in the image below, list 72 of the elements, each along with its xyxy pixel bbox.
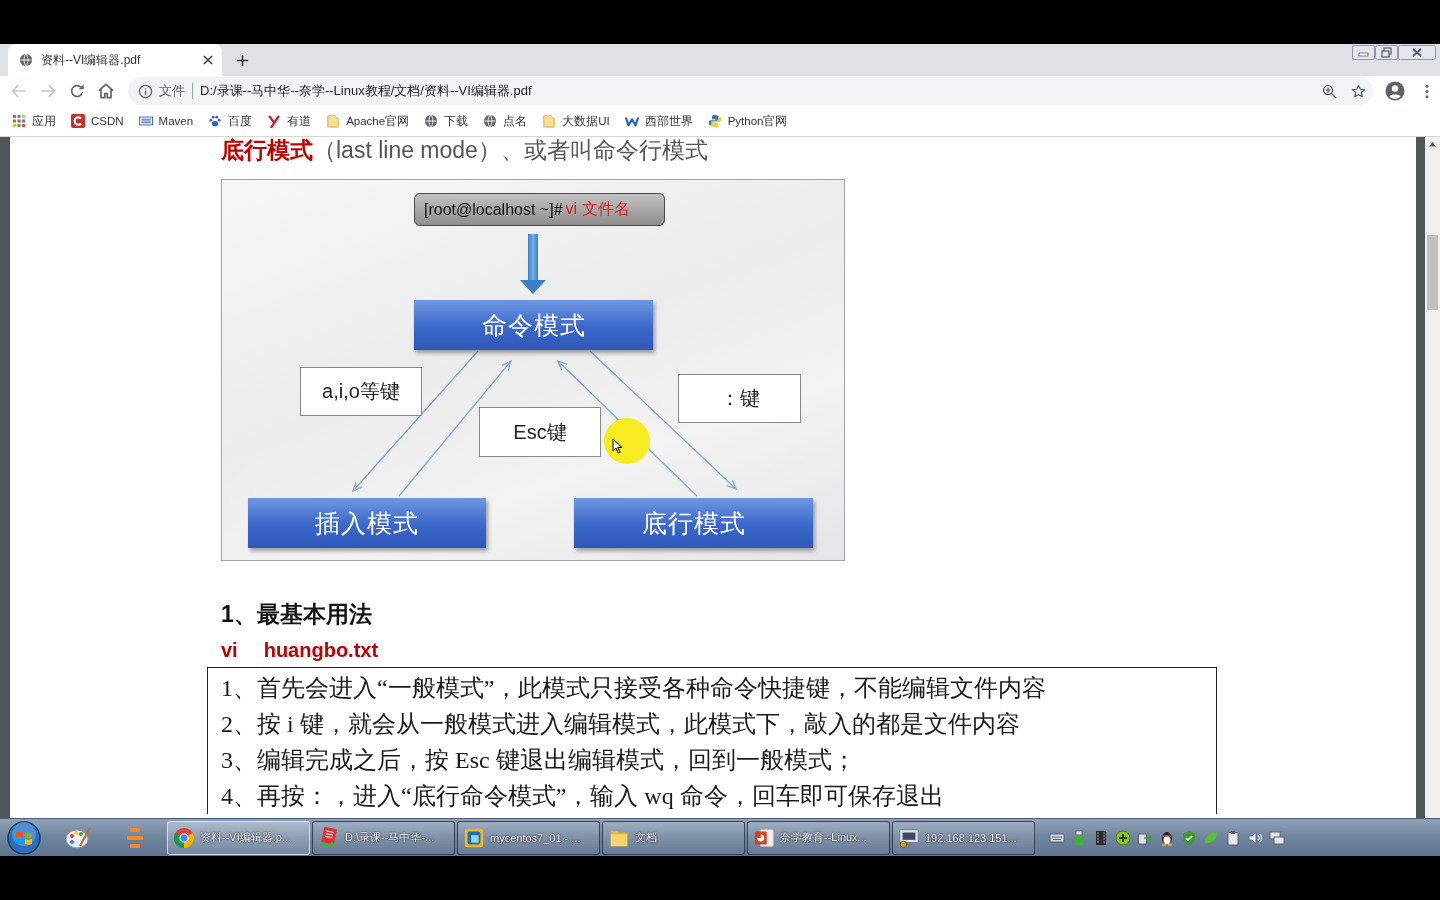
zigzag-logo-icon [624, 114, 639, 128]
globe-icon [424, 114, 439, 128]
close-icon[interactable] [203, 55, 213, 65]
cursor-highlight-icon [604, 418, 650, 464]
film-strip-icon[interactable] [1093, 829, 1109, 846]
arc-tile-icon [71, 114, 85, 128]
section-title: 1、最基本用法 [221, 600, 373, 629]
menu-icon[interactable] [1425, 83, 1429, 99]
globe-icon [483, 114, 498, 128]
scrollbar-thumb[interactable] [1427, 235, 1438, 310]
security-label: 文件 [159, 82, 185, 100]
mode-node: 底行模式 [574, 498, 813, 548]
key-label: Esc键 [479, 407, 601, 457]
shield-check-icon[interactable] [1181, 829, 1197, 846]
command-argument: huangbo.txt [263, 638, 379, 663]
bookmark-item[interactable]: Apache官网 [326, 113, 410, 129]
mode-node: 插入模式 [248, 498, 486, 548]
prompt-text: [root@localhost ~]# [424, 200, 563, 219]
round-logo-icon [173, 826, 195, 849]
zoom-in-icon[interactable] [1322, 83, 1337, 99]
url-text: D:/录课--马中华--奈学--Linux教程/文档/资料--VI编辑器.pdf [200, 82, 532, 100]
close-window-icon[interactable] [1398, 45, 1436, 60]
usb-drive-icon[interactable] [1071, 829, 1087, 846]
mode-node: 命令模式 [414, 300, 653, 350]
browser-tab[interactable]: 资料--VI编辑器.pdf [8, 44, 222, 76]
step-text: 4、再按：，进入“底行命令模式”，输入 wq 命令，回车即可保存退出 [221, 782, 945, 811]
snake-logo-icon [707, 114, 722, 128]
speaker-icon[interactable] [1247, 829, 1263, 846]
key-label: a,i,o等键 [300, 367, 422, 416]
star-icon[interactable] [1351, 83, 1366, 99]
bookmark-item[interactable]: Python官网 [707, 113, 788, 129]
bookmark-item[interactable]: 百度 [208, 113, 253, 129]
bookmark-item[interactable]: 西部世界 [624, 113, 693, 129]
mouse-pointer-icon [612, 438, 622, 454]
globe-icon [19, 53, 33, 67]
step-text: 1、首先会进入“一般模式”，此模式只接受各种命令快捷键，不能编辑文件内容 [221, 674, 1048, 703]
plus-circle-icon[interactable] [1115, 829, 1131, 846]
clipboard-icon[interactable] [1225, 829, 1241, 846]
command-text: vi 文件名 [565, 199, 630, 219]
bookmark-item[interactable]: 下载 [424, 113, 469, 129]
start-orb-icon[interactable] [4, 819, 44, 856]
info-icon[interactable] [138, 83, 153, 99]
restore-icon[interactable] [1375, 45, 1398, 60]
apps-grid-icon [12, 114, 26, 128]
nested-squares-icon [463, 826, 485, 849]
fork-mark-icon [267, 114, 282, 128]
step-text: 2、按 i 键，就会从一般模式进入编辑模式，此模式下，敲入的都是文件内容 [221, 710, 1021, 739]
folder-icon [542, 114, 557, 128]
bookmark-item[interactable]: 应用 [12, 113, 56, 129]
account-icon[interactable] [1385, 81, 1405, 101]
heading-text: 底行模式（last line mode）、或者叫命令行模式 [221, 137, 709, 163]
bookmark-item[interactable]: Maven [138, 114, 194, 128]
plus-icon[interactable] [236, 53, 249, 67]
command-name: vi [221, 638, 238, 663]
folder-icon [326, 114, 341, 128]
bookmark-item[interactable]: CSDN [71, 114, 124, 128]
key-label: ：键 [678, 374, 801, 423]
penguin-icon[interactable] [1159, 829, 1175, 846]
scrollbar[interactable] [1425, 137, 1440, 818]
striped-tile-icon [138, 114, 153, 128]
address-bar[interactable]: 文件 D:/录课--马中华--奈学--Linux教程/文档/资料--VI编辑器.pdf [128, 77, 1373, 105]
bookmark-item[interactable]: 大数据UI [542, 113, 610, 129]
step-text: 3、编辑完成之后，按 Esc 键退出编辑模式，回到一般模式； [221, 746, 857, 775]
slide-deck-icon [753, 826, 775, 849]
bookmark-item[interactable]: 有道 [267, 113, 312, 129]
bookmark-item[interactable]: 点名 [483, 113, 528, 129]
monitor-icon [898, 826, 920, 849]
home-icon[interactable] [96, 81, 116, 101]
down-arrow [520, 234, 546, 294]
paw-icon [208, 114, 223, 128]
two-screens-icon[interactable] [1269, 829, 1285, 846]
notebook-plus-icon [318, 826, 340, 849]
